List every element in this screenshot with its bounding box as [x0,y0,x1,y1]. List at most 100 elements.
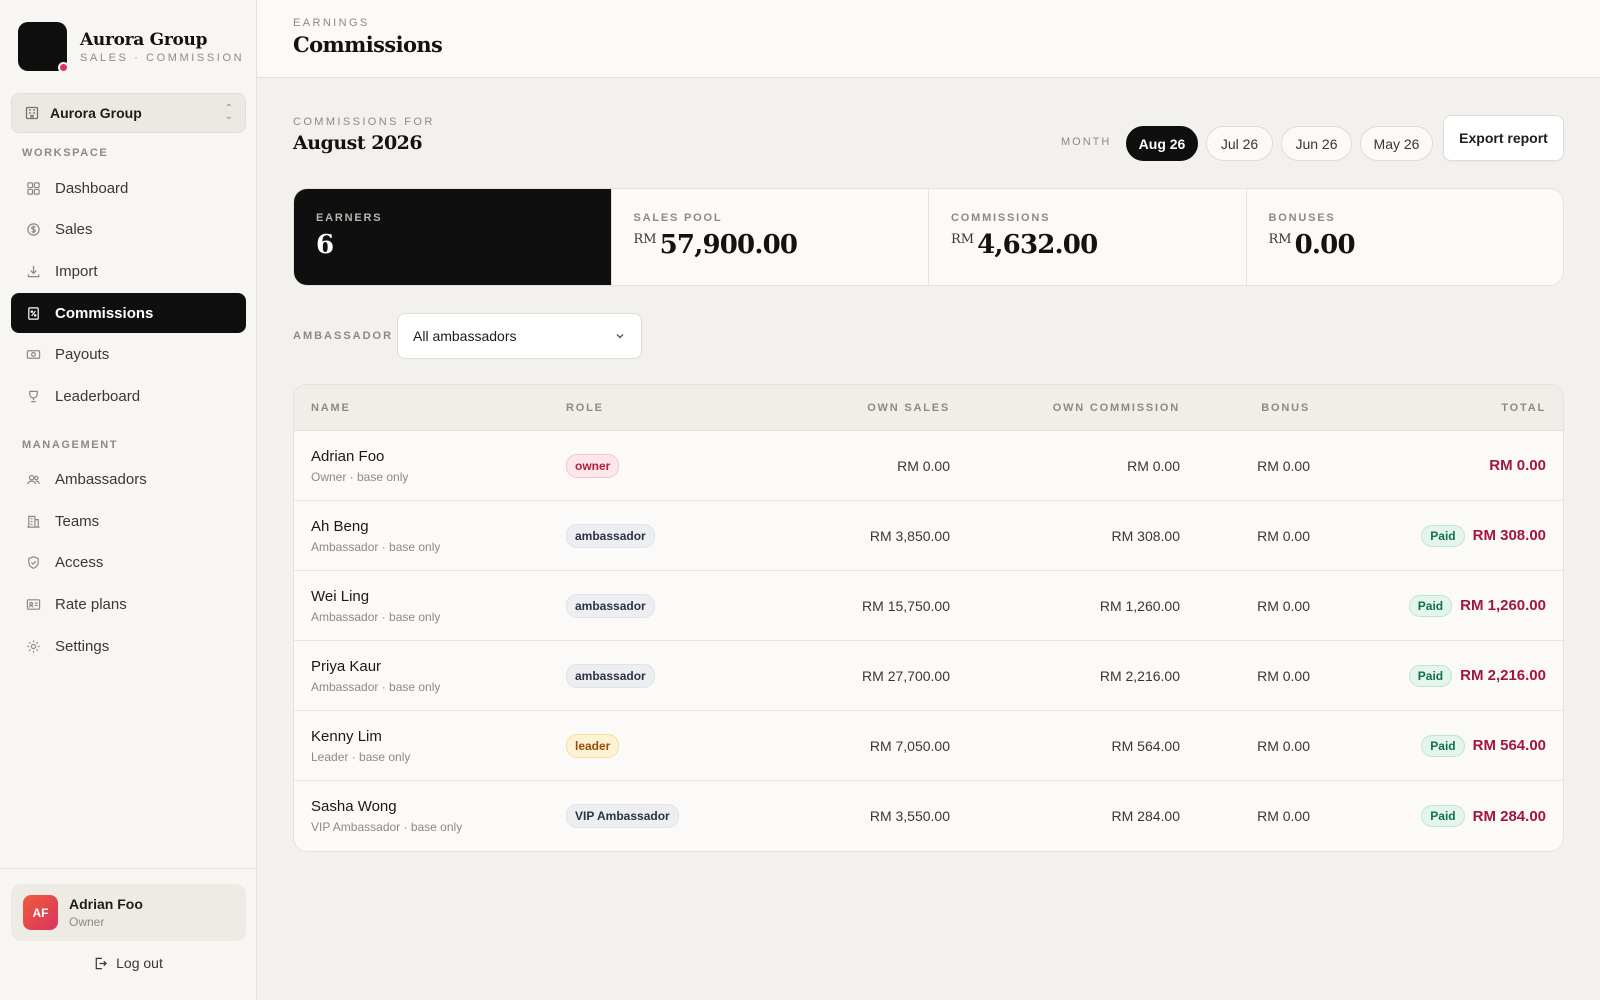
sidebar-item-label: Teams [55,512,100,530]
sidebar-item-label: Sales [55,220,93,238]
brand-subtitle: SALES · COMMISSION [80,51,245,64]
page-title: Commissions [293,32,443,57]
sidebar-item-label: Settings [55,637,110,655]
sidebar-item-label: Payouts [55,345,110,363]
table-row[interactable]: Ah Beng Ambassador · base only ambassador R… [294,501,1563,571]
logout-button[interactable]: Log out [0,955,256,971]
stat-label: COMMISSIONS [951,212,1051,224]
sidebar-item-sales[interactable]: Sales [11,209,246,249]
table-row[interactable]: Wei Ling Ambassador · base only ambassador… [294,571,1563,641]
dollar-icon [25,221,41,237]
brand-name: Aurora Group [80,29,208,50]
sidebar-item-payouts[interactable]: Payouts [11,334,246,374]
page-eyebrow: EARNINGS [293,17,370,29]
role-badge: ambassador [566,523,655,548]
sidebar-item-settings[interactable]: Settings [11,626,246,666]
own-sales-cell: RM 27,700.00 [862,667,950,684]
percent-doc-icon [25,305,41,321]
period-eyebrow: COMMISSIONS FOR [293,116,435,128]
sidebar-item-import[interactable]: Import [11,251,246,291]
bonus-cell: RM 0.00 [1257,457,1310,474]
sidebar-item-label: Dashboard [55,179,129,197]
brand[interactable]: Aurora Group SALES · COMMISSION [18,22,245,73]
sidebar-item-leaderboard[interactable]: Leaderboard [11,376,246,416]
stat-sales-pool: SALES POOL RM 57,900.00 [610,189,929,285]
bonus-cell: RM 0.00 [1257,597,1310,614]
role-badge: VIP Ambassador [566,804,679,828]
sidebar-item-dashboard[interactable]: Dashboard [11,168,246,208]
gear-icon [25,638,41,654]
own-commission-cell: RM 1,260.00 [1099,597,1180,614]
column-header-name[interactable]: NAME [294,402,566,414]
currency-label: RM [633,232,657,247]
table-row[interactable]: Priya Kaur Ambassador · base only ambassad… [294,641,1563,711]
table-row[interactable]: Adrian Foo Owner · base only owner RM 0.00 R… [294,431,1563,501]
table-row[interactable]: Kenny Lim Leader · base only leader RM 7,05… [294,711,1563,781]
column-header-own-commission[interactable]: OWN COMMISSION [950,402,1180,414]
own-sales-cell: RM 3,550.00 [869,808,950,824]
sidebar-item-ambassadors[interactable]: Ambassadors [11,459,246,499]
page-header: EARNINGS Commissions [257,0,1600,78]
sidebar-item-rate-plans[interactable]: Rate plans [11,584,246,624]
ambassador-plan: Leader · base only [311,749,411,764]
ambassador-filter-label: AMBASSADOR [293,330,394,342]
total-cell: RM 1,260.00 [1460,597,1546,614]
ambassador-select-value: All ambassadors [413,328,517,344]
status-badge: Paid [1421,524,1465,547]
org-switcher[interactable]: Aurora Group ⌃ ⌄ [11,93,246,133]
table-row[interactable]: Sasha Wong VIP Ambassador · base only VIP … [294,781,1563,851]
ambassador-name: Wei Ling [311,587,370,605]
stat-value: 6 [316,230,334,260]
role-badge: owner [566,453,620,478]
column-header-total[interactable]: TOTAL [1310,402,1563,414]
total-cell: RM 284.00 [1472,807,1546,825]
month-filter-label: MONTH [1061,136,1112,148]
ambassador-name: Sasha Wong [311,798,397,815]
status-badge: Paid [1421,805,1465,827]
period-title: August 2026 [293,132,423,154]
sidebar-item-teams[interactable]: Teams [11,501,246,541]
column-header-bonus[interactable]: BONUS [1180,402,1310,414]
sidebar-footer: AF Adrian Foo Owner Log out [0,868,256,1000]
sidebar-item-label: Rate plans [55,595,127,613]
export-report-button[interactable]: Export report [1443,115,1564,161]
bonus-cell: RM 0.00 [1257,737,1310,754]
period-heading: COMMISSIONS FOR August 2026 [293,116,435,154]
own-commission-cell: RM 284.00 [1111,808,1180,824]
role-badge: ambassador [566,663,655,688]
month-pill-jun-26[interactable]: Jun 26 [1281,126,1352,161]
sidebar-item-label: Access [55,553,104,571]
user-card[interactable]: AF Adrian Foo Owner [11,884,246,941]
ambassador-select[interactable]: All ambassadors [397,313,642,359]
stat-value: 0.00 [1294,230,1356,260]
ambassador-name: Ah Beng [311,517,369,535]
column-header-own-sales[interactable]: OWN SALES [766,402,950,414]
sidebar-item-access[interactable]: Access [11,542,246,582]
shield-icon [25,554,41,570]
logout-label: Log out [116,955,163,971]
status-dot [58,62,69,73]
sidebar: Aurora Group SALES · COMMISSION Aurora G… [0,0,257,1000]
ambassador-name: Kenny Lim [311,727,382,745]
stat-earners: EARNERS 6 [294,189,611,285]
building-icon [25,106,39,120]
currency-label: RM [1268,232,1292,247]
own-commission-cell: RM 308.00 [1111,527,1180,544]
trophy-icon [25,388,41,404]
download-icon [25,263,41,279]
sidebar-item-commissions[interactable]: Commissions [11,293,246,333]
total-cell: RM 2,216.00 [1460,667,1546,684]
column-header-role[interactable]: ROLE [566,402,766,414]
bonus-cell: RM 0.00 [1257,667,1310,684]
month-pill-jul-26[interactable]: Jul 26 [1206,126,1273,161]
stats-bar: EARNERS 6 SALES POOL RM 57,900.00 COMMISS… [293,188,1564,286]
own-sales-cell: RM 15,750.00 [862,597,950,614]
chevron-updown-icon: ⌃ ⌄ [224,103,233,122]
sidebar-item-label: Leaderboard [55,387,141,405]
month-pill-aug-26[interactable]: Aug 26 [1126,126,1198,161]
users-icon [25,471,41,487]
ambassador-plan: Owner · base only [311,469,409,484]
own-sales-cell: RM 3,850.00 [869,527,950,544]
month-pill-may-26[interactable]: May 26 [1360,126,1433,161]
own-commission-cell: RM 0.00 [1127,457,1180,474]
